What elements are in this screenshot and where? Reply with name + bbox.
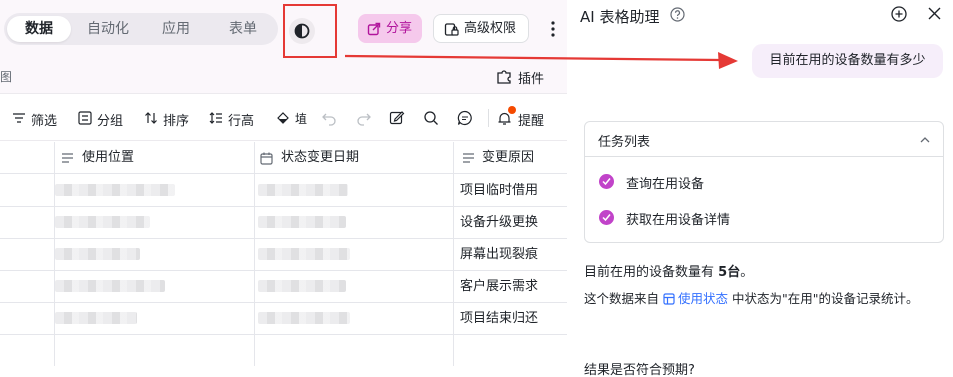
reminder-label: 提醒 [518,114,545,129]
blurred-cell [55,184,175,196]
reason-cell[interactable]: 设备升级更换 [460,207,538,239]
answer-source: 这个数据来自 使用状态 中状态为"在用"的设备记录统计。 [584,287,939,311]
answer-prefix: 目前在用的设备数量有 [584,265,715,280]
reason-cell[interactable]: 屏幕出现裂痕 [460,239,538,271]
puzzle-icon [497,70,511,84]
permission-label: 高级权限 [464,21,517,36]
ai-assistant-panel: AI 表格助理 目前在用的设备数量有多少 任务列表 查询在用设备 获取在用设备详… [567,0,953,377]
check-icon [599,210,614,225]
view-toolbar: 筛选 分组 排序 行高 埴 提醒 [0,95,567,141]
panel-title: AI 表格助理 [580,8,660,26]
calendar-icon [260,152,273,165]
paint-bucket-icon [277,112,289,124]
share-label: 分享 [386,21,413,36]
reason-cell[interactable]: 客户展示需求 [460,271,538,303]
blurred-cell [258,216,346,228]
view-bar: 图 插件 [0,60,567,94]
table-row[interactable]: 项目结束归还 [0,303,567,335]
column-divider [254,142,255,366]
blurred-cell [55,216,150,228]
table-row[interactable]: 客户展示需求 [0,271,567,303]
share-icon [367,22,381,36]
share-button[interactable]: 分享 [358,14,422,43]
plugin-label: 插件 [518,72,545,87]
new-chat-icon[interactable] [890,5,908,23]
top-bar: 数据 自动化 应用 表单 分享 高级权限 [0,0,567,60]
search-icon[interactable] [423,110,439,126]
table-row[interactable]: 项目临时借用 [0,175,567,207]
advanced-permission-button[interactable]: 高级权限 [433,14,529,43]
grid-header: 使用位置 状态变更日期 变更原因 [0,142,567,174]
task-list-title: 任务列表 [598,135,651,150]
answer-suffix: 。 [740,265,754,280]
text-field-icon [463,153,474,163]
user-message: 目前在用的设备数量有多少 [752,44,943,78]
column-label: 变更原因 [482,150,535,165]
base-app: 数据 自动化 应用 表单 分享 高级权限 图 插件 筛选 分组 排序 行高 埴 … [0,0,567,377]
fill-label: 埴 [295,112,308,126]
answer-summary: 目前在用的设备数量有 5台。 [584,261,753,280]
blurred-cell [258,280,346,292]
row-height-icon [209,112,222,124]
task-list-header[interactable]: 任务列表 [585,122,943,157]
answer-count: 5台 [718,265,741,280]
tab-apps[interactable]: 应用 [144,16,208,42]
reason-cell[interactable]: 项目结束归还 [460,303,538,335]
close-icon[interactable] [927,6,942,21]
help-icon[interactable] [670,7,685,22]
more-icon[interactable] [545,17,561,41]
edit-icon[interactable] [389,110,405,126]
view-tab-fragment[interactable]: 图 [0,68,12,85]
comment-icon[interactable] [457,110,473,126]
mode-switcher: 数据 自动化 应用 表单 [4,13,278,45]
data-grid: 使用位置 状态变更日期 变更原因 项目临时借用 设备升级更换 屏幕出现裂痕 客户… [0,142,567,377]
blurred-cell [55,312,137,324]
column-divider [453,142,454,366]
task-label: 获取在用设备详情 [626,213,731,228]
table-icon [663,293,675,305]
notification-dot [508,106,516,114]
source-table-name: 使用状态 [678,291,729,306]
source-table-link[interactable]: 使用状态 [663,291,728,306]
task-label: 查询在用设备 [626,177,705,192]
text-field-icon [62,153,73,163]
lock-icon [444,23,459,36]
group-label: 分组 [97,114,124,129]
redo-icon[interactable] [356,110,372,126]
row-height-label: 行高 [228,114,255,129]
chevron-up-icon[interactable] [918,133,932,147]
followup-question: 结果是否符合预期? [584,363,695,377]
task-list-card: 任务列表 查询在用设备 获取在用设备详情 [584,121,944,243]
column-label: 使用位置 [82,150,135,165]
source-prefix: 这个数据来自 [584,291,660,306]
blurred-cell [258,312,350,324]
toolbar-divider [488,109,489,127]
group-icon [78,111,92,125]
sort-icon [145,112,157,124]
tab-data[interactable]: 数据 [7,16,71,42]
sort-label: 排序 [163,114,190,129]
blurred-cell [258,184,348,196]
source-suffix: 中状态为"在用"的设备记录统计。 [732,291,919,306]
blurred-cell [55,280,165,292]
half-circle-icon [294,23,310,39]
filter-label: 筛选 [31,114,58,129]
blurred-cell [258,248,350,260]
tab-automation[interactable]: 自动化 [75,16,141,42]
column-divider [54,142,55,366]
app-root: 数据 自动化 应用 表单 分享 高级权限 图 插件 筛选 分组 排序 行高 埴 … [0,0,953,377]
blurred-cell [55,248,140,260]
reason-cell[interactable]: 项目临时借用 [460,175,538,207]
column-label: 状态变更日期 [281,150,360,165]
undo-icon[interactable] [321,110,337,126]
check-icon [599,174,614,189]
theme-toggle-button[interactable] [289,18,315,44]
table-row[interactable]: 屏幕出现裂痕 [0,239,567,271]
table-row[interactable]: 设备升级更换 [0,207,567,239]
filter-icon [13,113,25,123]
tab-forms[interactable]: 表单 [211,16,275,42]
